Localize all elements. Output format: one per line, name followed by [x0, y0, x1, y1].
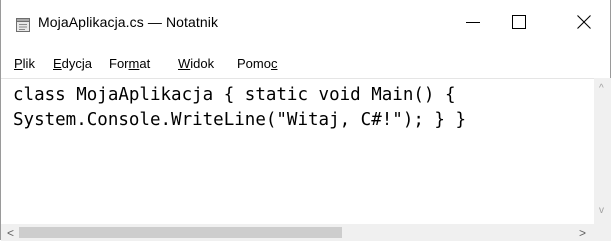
scroll-left-icon[interactable]: < [7, 227, 14, 239]
maximize-icon [512, 15, 526, 29]
scroll-down-icon[interactable]: v [599, 206, 604, 216]
scroll-right-icon[interactable]: > [579, 227, 586, 239]
menu-help[interactable]: Pomoc [237, 56, 277, 71]
maximize-button[interactable] [496, 0, 542, 44]
editor-line: System.Console.WriteLine("Witaj, C#!"); … [13, 110, 467, 130]
horizontal-scroll-thumb[interactable] [19, 227, 342, 238]
close-icon [577, 15, 591, 29]
menu-format[interactable]: Format [109, 56, 150, 71]
menu-edit[interactable]: Edycja [53, 56, 92, 71]
minimize-button[interactable] [450, 0, 496, 44]
close-button[interactable] [561, 0, 607, 44]
notepad-window: MojaAplikacja.cs — Notatnik Plik Edycja … [0, 0, 611, 249]
menu-bar: Plik Edycja Format Widok Pomoc [1, 56, 610, 78]
horizontal-scrollbar[interactable]: < > [1, 224, 594, 241]
menu-view[interactable]: Widok [178, 56, 214, 71]
scroll-up-icon[interactable]: ^ [599, 84, 604, 94]
scrollbar-corner [594, 224, 611, 241]
minimize-icon [466, 22, 480, 23]
window-title: MojaAplikacja.cs — Notatnik [38, 14, 219, 30]
vertical-scrollbar[interactable]: ^ v [594, 78, 611, 224]
editor-line: class MojaAplikacja { static void Main()… [13, 85, 456, 105]
title-bar[interactable]: MojaAplikacja.cs — Notatnik [1, 0, 610, 44]
menu-file[interactable]: Plik [14, 56, 35, 71]
notepad-icon [16, 18, 30, 32]
editor-content[interactable]: class MojaAplikacja { static void Main()… [13, 83, 466, 133]
